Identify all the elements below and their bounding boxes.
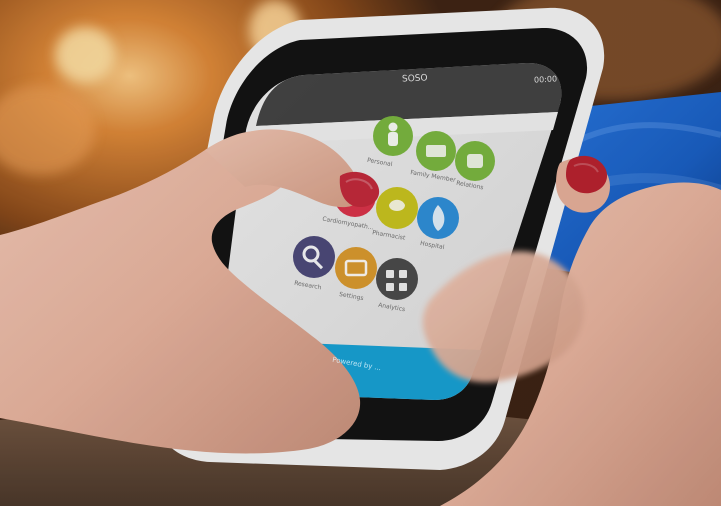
photo-scene: SOSO 00:00 Powered by ... Personal Famil… bbox=[0, 0, 721, 506]
phone-payment-photo bbox=[0, 0, 721, 506]
phone-header-left: SOSO bbox=[401, 73, 428, 85]
phone-status-time: 00:00 bbox=[533, 74, 558, 85]
